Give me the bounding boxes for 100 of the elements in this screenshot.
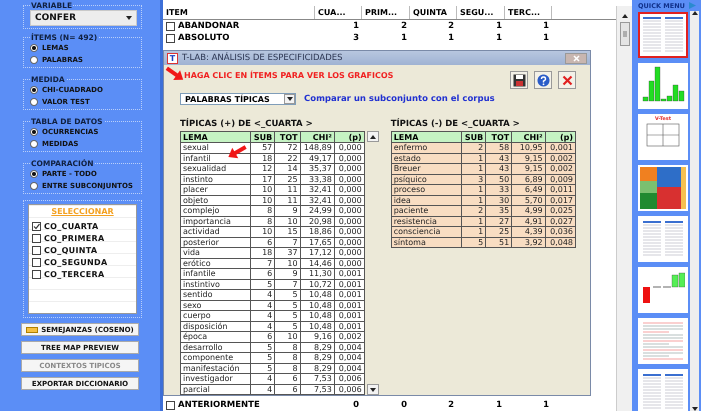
close-button[interactable] (565, 52, 587, 64)
save-button[interactable] (510, 71, 528, 89)
checkbox[interactable] (32, 270, 41, 278)
checkbox[interactable] (32, 258, 41, 266)
table-row[interactable]: ABSOLUTO 3 1 1 1 1 (163, 32, 616, 44)
table-cell[interactable]: época (180, 332, 250, 342)
table-cell[interactable]: investigador (180, 374, 250, 384)
radio-button[interactable] (30, 170, 38, 178)
table-cell[interactable]: sexo (180, 300, 250, 310)
table-cell[interactable]: enfermo (391, 142, 462, 153)
checkbox-label: CO_CUARTA (44, 222, 99, 230)
table-cell[interactable]: Breuer (391, 164, 462, 174)
checkbox[interactable] (166, 34, 175, 42)
table-cell-text: 1 (542, 400, 550, 410)
table-cell-text: 0 (352, 400, 360, 410)
table-cell[interactable]: erótico (180, 258, 250, 268)
column-header: (p) (545, 132, 576, 142)
table-cell-text: 1 (400, 33, 408, 43)
table-cell[interactable]: sexualidad (180, 164, 250, 174)
table-cell[interactable]: instintivo (180, 279, 250, 290)
table-row[interactable]: ANTERIORMENTE 0 0 2 1 1 (163, 399, 616, 411)
table-cell[interactable]: paciente (391, 206, 462, 216)
table-cell[interactable]: consciencia (391, 226, 462, 237)
checkbox[interactable] (166, 22, 175, 30)
table-cell[interactable]: importancia (180, 216, 250, 226)
table-cell[interactable]: desarrollo (180, 342, 250, 352)
table-cell[interactable]: instinto (180, 174, 250, 184)
close-button[interactable] (558, 71, 576, 89)
dropdown-arrow-icon[interactable] (286, 97, 292, 101)
list-type-dropdown[interactable]: PALABRAS TÍPICAS (180, 93, 296, 105)
table-cell[interactable]: idea (391, 195, 462, 206)
column-header: TOT (274, 132, 300, 142)
radio-button[interactable] (30, 140, 38, 148)
column-header[interactable]: QUINTA (410, 6, 457, 19)
table-cell[interactable]: manifestación (180, 363, 250, 374)
app-logo: T (167, 52, 178, 64)
checkbox-label: CO_TERCERA (44, 270, 104, 278)
column-header[interactable]: TERC... (505, 6, 552, 19)
table-title: TÍPICAS (-) DE <_CUARTA > (390, 119, 521, 129)
table-cell[interactable]: resistencia (391, 216, 462, 226)
column-header[interactable]: CUA... (315, 6, 362, 19)
radio-button[interactable] (30, 182, 38, 190)
table-cell[interactable]: complejo (180, 206, 250, 216)
checkbox[interactable] (32, 222, 41, 230)
table-cell[interactable]: componente (180, 352, 250, 363)
variable-dropdown[interactable]: CONFER (30, 10, 137, 26)
dropdown-arrow-icon[interactable] (692, 407, 698, 411)
table-cell-text: 1 (352, 21, 360, 31)
table-cell[interactable]: placer (180, 184, 250, 195)
column-header: LEMA (391, 132, 462, 142)
table-cell[interactable]: vida (180, 248, 250, 258)
radio-button[interactable] (30, 86, 38, 94)
table-drawing (641, 14, 685, 52)
table-cell[interactable]: proceso (391, 184, 462, 195)
thumbnail[interactable] (638, 12, 688, 58)
column-header: SUB (250, 132, 275, 142)
text-drawing (641, 320, 685, 360)
column-header: (p) (334, 132, 364, 142)
checkbox[interactable] (32, 246, 41, 254)
scrollbar[interactable] (690, 11, 699, 411)
table-cell[interactable]: disposición (180, 321, 250, 332)
table-cell-text: 3 (352, 33, 360, 43)
dropdown-arrow-icon[interactable] (126, 16, 132, 20)
dropdown-arrow-icon[interactable] (370, 388, 376, 392)
scroll-up-icon[interactable] (622, 14, 628, 18)
table-row[interactable]: ABANDONAR 1 2 2 1 1 (163, 20, 616, 32)
item-label: ABANDONAR (178, 21, 240, 31)
scrollbar[interactable] (616, 6, 632, 411)
checkbox[interactable] (32, 234, 41, 242)
radio-button[interactable] (30, 98, 38, 106)
help-button[interactable] (534, 71, 552, 89)
table-cell[interactable]: infantile (180, 268, 250, 279)
radio-button[interactable] (30, 56, 38, 64)
table-cell-text: 2 (400, 21, 408, 31)
table-cell[interactable]: síntoma (391, 237, 462, 248)
table-cell[interactable]: objeto (180, 195, 250, 206)
item-label: ABSOLUTO (178, 33, 230, 43)
column-header[interactable]: SEGU... (457, 6, 505, 19)
scrollbar[interactable] (366, 131, 379, 395)
scroll-thumb-icon[interactable] (620, 22, 630, 46)
table-cell[interactable]: estado (391, 153, 462, 164)
table-cell[interactable]: cuerpo (180, 310, 250, 321)
close-icon (562, 74, 572, 86)
column-header[interactable]: ITEM (163, 6, 315, 19)
radio-button[interactable] (30, 128, 38, 136)
table-cell[interactable]: parcial (180, 384, 250, 394)
table-cell[interactable]: actividad (180, 226, 250, 237)
column-header: TOT (486, 132, 512, 142)
table-cell[interactable]: sentido (180, 290, 250, 300)
checkbox[interactable] (166, 400, 175, 410)
scroll-up-icon[interactable] (692, 11, 698, 15)
table-title: TÍPICAS (+) DE <_CUARTA > (180, 119, 314, 129)
table-drawing (641, 371, 685, 409)
column-header[interactable]: PRIM... (362, 6, 410, 19)
scroll-up-icon[interactable] (370, 134, 376, 138)
compare-link[interactable]: Comparar un subconjunto con el corpus (304, 94, 495, 104)
checkbox-label: CO_PRIMERA (44, 234, 104, 242)
table-cell[interactable]: psíquico (391, 174, 462, 184)
table-cell[interactable]: posterior (180, 237, 250, 248)
radio-button[interactable] (30, 44, 38, 52)
